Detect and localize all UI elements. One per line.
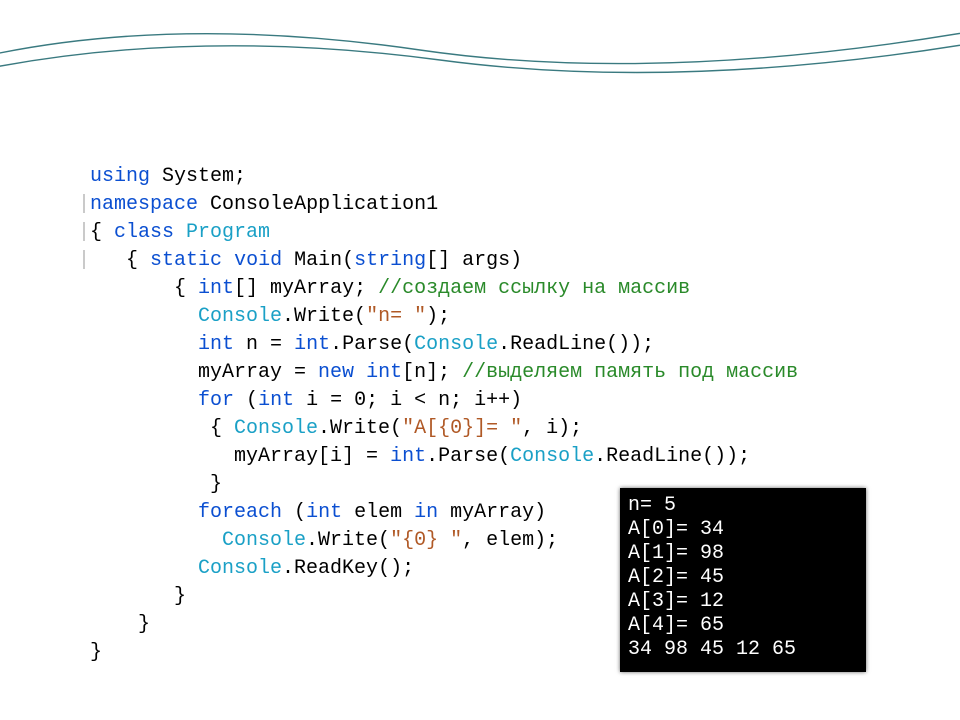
console-line: A[4]= 65 xyxy=(628,614,858,638)
line-10: { Console.Write("A[{0}]= ", i); xyxy=(78,417,582,440)
line-15: Console.ReadKey(); xyxy=(78,557,414,580)
line-11: myArray[i] = int.Parse(Console.ReadLine(… xyxy=(78,445,750,468)
line-1: using System; xyxy=(78,165,246,188)
slide: using System; |namespace ConsoleApplicat… xyxy=(0,0,960,720)
console-line: A[0]= 34 xyxy=(628,518,858,542)
line-4: | { static void Main(string[] args) xyxy=(78,249,522,272)
line-8: myArray = new int[n]; //выделяем память … xyxy=(78,361,798,384)
line-3: |{ class Program xyxy=(78,221,270,244)
line-7: int n = int.Parse(Console.ReadLine()); xyxy=(78,333,654,356)
console-line: n= 5 xyxy=(628,494,858,518)
console-line: A[2]= 45 xyxy=(628,566,858,590)
console-line: 34 98 45 12 65 xyxy=(628,638,858,662)
line-6: Console.Write("n= "); xyxy=(78,305,450,328)
console-output: n= 5 A[0]= 34 A[1]= 98 A[2]= 45 A[3]= 12… xyxy=(620,488,866,672)
line-17: } xyxy=(78,613,150,636)
line-5: { int[] myArray; //создаем ссылку на мас… xyxy=(78,277,690,300)
console-line: A[3]= 12 xyxy=(628,590,858,614)
line-16: } xyxy=(78,585,186,608)
line-14: Console.Write("{0} ", elem); xyxy=(78,529,558,552)
console-line: A[1]= 98 xyxy=(628,542,858,566)
line-9: for (int i = 0; i < n; i++) xyxy=(78,389,522,412)
line-18: } xyxy=(78,641,102,664)
decorative-swoosh xyxy=(0,0,960,90)
line-2: |namespace ConsoleApplication1 xyxy=(78,193,438,216)
line-12: } xyxy=(78,473,222,496)
line-13: foreach (int elem in myArray) xyxy=(78,501,546,524)
